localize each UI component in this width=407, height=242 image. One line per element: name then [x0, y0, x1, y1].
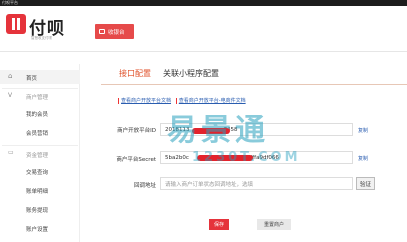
- wallet-icon: ▭: [8, 149, 14, 156]
- link-marker: [175, 97, 177, 104]
- sidebar-item-member-query[interactable]: 会员营销: [0, 129, 80, 141]
- v-icon: V: [8, 92, 13, 99]
- brand-logo-icon: [6, 14, 26, 34]
- sidebar-item-my-merchants[interactable]: 我的会员: [0, 110, 80, 122]
- cashier-label: 收银台: [108, 29, 125, 36]
- sidebar-item-label: 首页: [26, 76, 38, 82]
- copy-secret-button[interactable]: 复制: [358, 155, 368, 162]
- sidebar-item-label: 我的会员: [26, 112, 49, 118]
- sidebar-group-label: 商户管理: [26, 95, 49, 101]
- sidebar-item-settle-detail[interactable]: 账单明细: [0, 187, 80, 199]
- reset-merchant-button[interactable]: 重置商户: [257, 219, 291, 230]
- sidebar-item-label: 交易查询: [26, 170, 49, 176]
- doc-links: 查看商户开放平台文档 查看商户开放平台-电商件文档: [118, 97, 246, 104]
- divider: [2, 145, 78, 146]
- brand-slogan: 智慧收支付呗: [31, 36, 52, 40]
- copy-app-id-button[interactable]: 复制: [358, 127, 368, 134]
- doc-link-open-platform[interactable]: 查看商户开放平台文档: [121, 98, 171, 104]
- sidebar-item-label: 会员营销: [26, 131, 49, 137]
- sidebar: ⌂ 首页 V 商户管理 我的会员 会员营销 ▭ 资金管理 交易查询 账单明细 账…: [0, 64, 80, 242]
- sidebar-item-label: 账户设置: [26, 227, 49, 233]
- tab-underline: [101, 84, 407, 85]
- link-marker: [118, 97, 119, 104]
- sidebar-group-merchant[interactable]: V 商户管理: [0, 91, 80, 103]
- cashier-button[interactable]: 收银台: [95, 24, 134, 39]
- watermark: 易景通: [167, 113, 269, 148]
- home-icon: ⌂: [8, 72, 13, 80]
- tab-miniprogram-config[interactable]: 关联小程序配置: [163, 68, 219, 79]
- sidebar-group-label: 资金管理: [26, 153, 49, 159]
- callback-url-input[interactable]: 请输入商户订单状态回调地址，选填: [160, 177, 353, 190]
- verify-button[interactable]: 验证: [356, 177, 375, 190]
- sidebar-item-label: 账务提现: [26, 208, 49, 214]
- callback-label: 回调地址: [133, 183, 156, 189]
- doc-link-ecommerce[interactable]: 查看商户开放平台-电商件文档: [179, 98, 246, 104]
- divider: [2, 88, 78, 89]
- tab-api-config[interactable]: 接口配置: [119, 68, 151, 79]
- secret-value-start: 5ba2b0c: [165, 154, 189, 161]
- register-icon: [99, 29, 105, 34]
- callback-placeholder: 请输入商户订单状态回调地址，选填: [165, 181, 254, 188]
- secret-label: 商户平台Secret: [116, 157, 156, 163]
- sidebar-item-withdraw[interactable]: 账务提现: [0, 206, 80, 218]
- save-button[interactable]: 保存: [209, 219, 229, 230]
- app-id-label: 商户开放平台ID: [117, 128, 156, 134]
- sidebar-group-funds[interactable]: ▭ 资金管理: [0, 149, 80, 161]
- sidebar-item-home[interactable]: ⌂ 首页: [0, 70, 80, 84]
- watermark-url: 1230T.COM: [192, 150, 301, 165]
- sidebar-item-account-settings[interactable]: 账户设置: [0, 225, 80, 237]
- sidebar-item-trade-query[interactable]: 交易查询: [0, 168, 80, 180]
- sidebar-item-label: 账单明细: [26, 189, 49, 195]
- app-header: 付呗 智慧收支付呗 收银台: [0, 6, 407, 52]
